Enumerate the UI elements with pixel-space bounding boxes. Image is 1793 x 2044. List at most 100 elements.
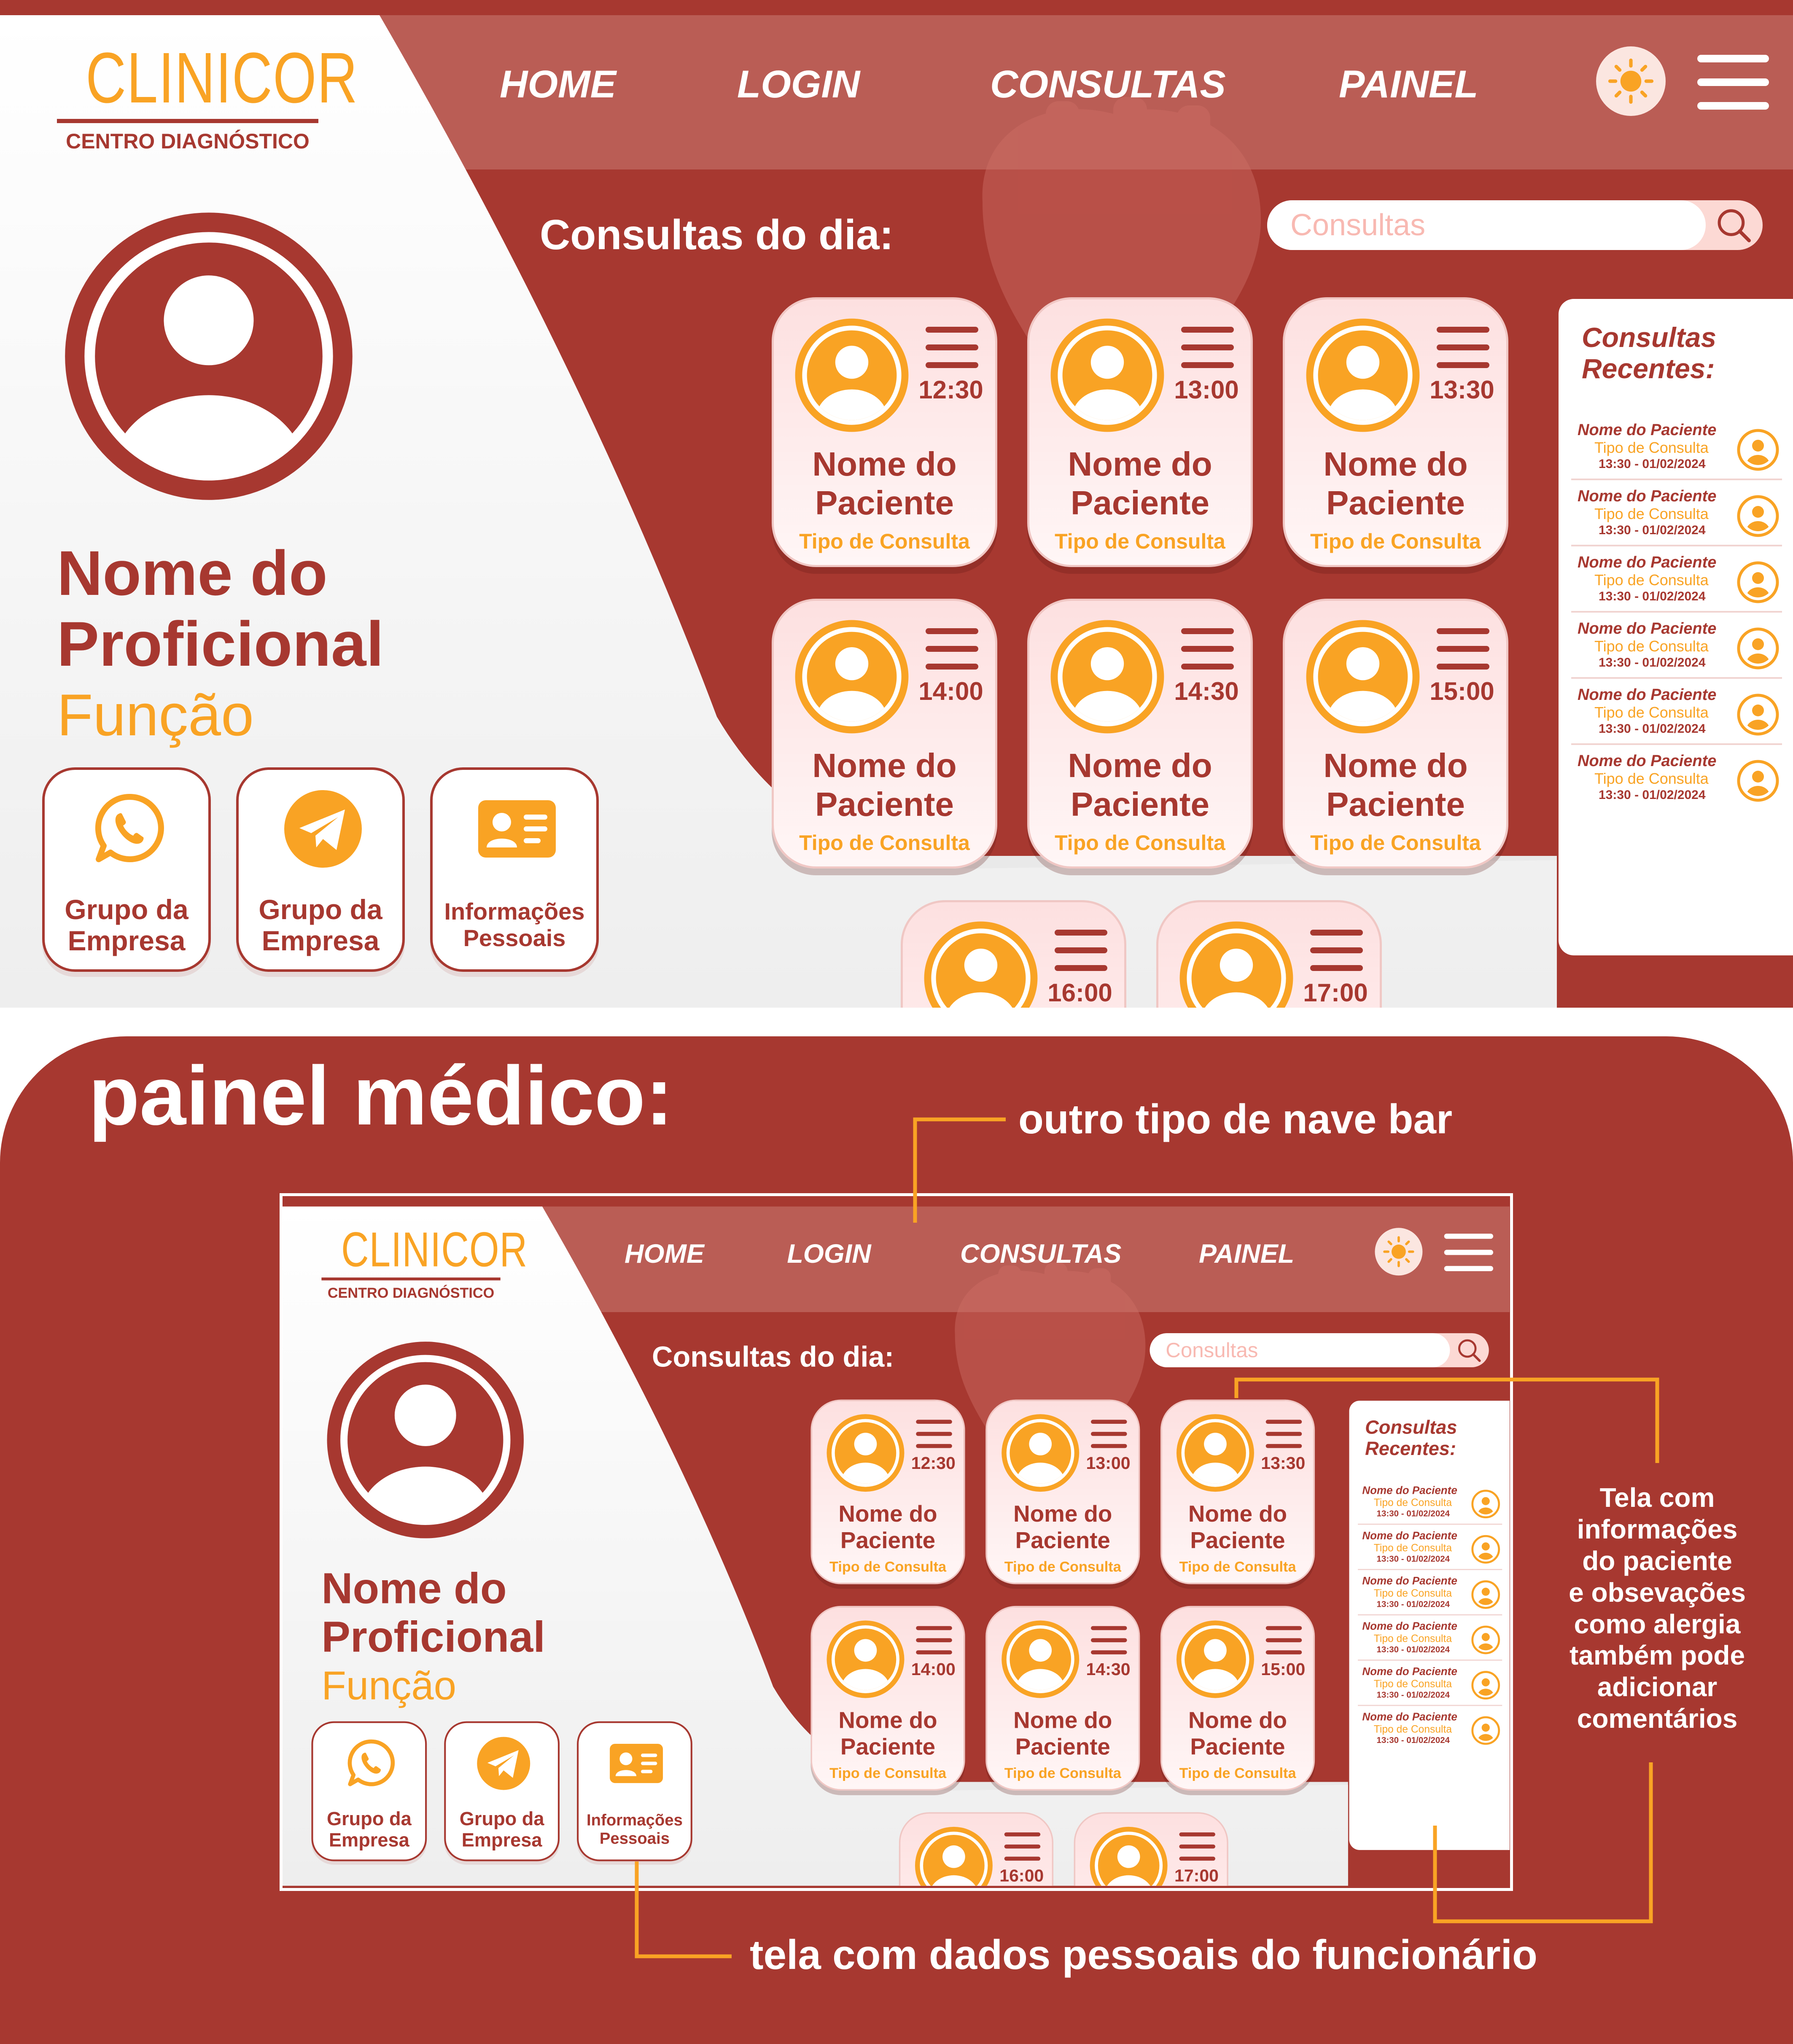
brand-logo[interactable]: CLINICOR CENTRO DIAGNÓSTICO	[57, 42, 358, 153]
telegram-group-label: Grupo da Empresa	[459, 1807, 544, 1851]
telegram-group-button[interactable]: Grupo da Empresa	[444, 1721, 560, 1861]
patient-avatar-icon	[1737, 495, 1779, 537]
appointment-card[interactable]: 12:30 Nome do Paciente Tipo de Consulta	[810, 1399, 965, 1584]
professional-name: Nome do Proficional	[321, 1564, 545, 1661]
nav-login[interactable]: LOGIN	[787, 1239, 871, 1269]
appointment-card[interactable]: 16:00	[901, 900, 1126, 1008]
nav-home[interactable]: HOME	[500, 62, 616, 107]
card-menu-icon[interactable]	[1181, 327, 1234, 369]
recent-patient-name: Nome do Paciente	[1578, 752, 1717, 770]
hamburger-menu-button[interactable]	[1697, 55, 1769, 110]
card-menu-icon[interactable]	[1310, 930, 1363, 972]
patient-avatar-icon	[1471, 1490, 1500, 1519]
card-menu-icon[interactable]	[1091, 1626, 1127, 1655]
hamburger-menu-button[interactable]	[1444, 1233, 1494, 1271]
appointment-time: 12:30	[911, 1453, 956, 1473]
annotation-navbar: outro tipo de nave bar	[1018, 1096, 1453, 1142]
recent-consultation-item[interactable]: Nome do Paciente Tipo de Consulta 13:30 …	[1358, 1572, 1502, 1616]
nav-painel[interactable]: PAINEL	[1339, 62, 1478, 107]
appointment-card[interactable]: 17:00	[1156, 900, 1382, 1008]
card-menu-icon[interactable]	[1181, 628, 1234, 670]
appointment-card[interactable]: 16:00	[899, 1812, 1054, 1886]
recent-consultation-item[interactable]: Nome do Paciente Tipo de Consulta 13:30 …	[1358, 1482, 1502, 1525]
card-menu-icon[interactable]	[926, 327, 978, 369]
recent-consultation-datetime: 13:30 - 01/02/2024	[1599, 523, 1706, 537]
consultation-type: Tipo de Consulta	[1310, 831, 1481, 855]
brand-divider	[321, 1278, 501, 1280]
appointment-card[interactable]: 13:00 Nome do Paciente Tipo de Consulta	[985, 1399, 1140, 1584]
telegram-group-button[interactable]: Grupo da Empresa	[236, 767, 405, 972]
card-menu-icon[interactable]	[916, 1626, 952, 1655]
card-menu-icon[interactable]	[1179, 1832, 1215, 1861]
recent-patient-name: Nome do Paciente	[1362, 1711, 1457, 1723]
search-button[interactable]	[1706, 200, 1763, 250]
theme-toggle-button[interactable]	[1596, 46, 1666, 116]
appointments-title: Consultas do dia:	[540, 211, 894, 258]
nav-consultas[interactable]: CONSULTAS	[990, 62, 1226, 107]
appointment-card[interactable]: 15:00 Nome do Paciente Tipo de Consulta	[1160, 1606, 1315, 1791]
search-button[interactable]	[1450, 1333, 1489, 1367]
card-menu-icon[interactable]	[1091, 1420, 1127, 1448]
appointment-card[interactable]: 13:30 Nome do Paciente Tipo de Consulta	[1160, 1399, 1315, 1584]
recent-consultation-item[interactable]: Nome do Paciente Tipo de Consulta 13:30 …	[1358, 1527, 1502, 1570]
patient-avatar-icon	[1090, 1826, 1168, 1886]
personal-info-button[interactable]: Informações Pessoais	[430, 767, 599, 972]
recent-consultation-item[interactable]: Nome do Paciente Tipo de Consulta 13:30 …	[1571, 682, 1782, 745]
card-menu-icon[interactable]	[1437, 327, 1489, 369]
theme-toggle-button[interactable]	[1375, 1228, 1423, 1276]
recent-consultation-type: Tipo de Consulta	[1373, 1678, 1452, 1690]
recent-consultation-item[interactable]: Nome do Paciente Tipo de Consulta 13:30 …	[1358, 1617, 1502, 1661]
whatsapp-group-label: Grupo da Empresa	[326, 1807, 412, 1851]
appointment-card[interactable]: 13:30 Nome do Paciente Tipo de Consulta	[1283, 297, 1508, 567]
card-menu-icon[interactable]	[1265, 1420, 1302, 1448]
patient-avatar-icon	[1001, 1414, 1080, 1492]
recent-consultation-item[interactable]: Nome do Paciente Tipo de Consulta 13:30 …	[1571, 748, 1782, 811]
recent-consultation-type: Tipo de Consulta	[1373, 1723, 1452, 1735]
dashboard-preview: CLINICOR CENTRO DIAGNÓSTICO HOME LOGIN C…	[280, 1193, 1513, 1891]
appointment-card[interactable]: 17:00	[1074, 1812, 1228, 1886]
search-input[interactable]	[1267, 200, 1706, 250]
appointment-card[interactable]: 13:00 Nome do Paciente Tipo de Consulta	[1027, 297, 1253, 567]
recent-consultation-item[interactable]: Nome do Paciente Tipo de Consulta 13:30 …	[1358, 1663, 1502, 1706]
appointment-time: 14:00	[911, 1659, 956, 1679]
appointment-card[interactable]: 14:30 Nome do Paciente Tipo de Consulta	[1027, 599, 1253, 869]
appointment-card[interactable]: 12:30 Nome do Paciente Tipo de Consulta	[772, 297, 997, 567]
professional-name: Nome do Proficional	[57, 538, 384, 679]
patient-avatar-icon	[1176, 1620, 1254, 1698]
consultation-type: Tipo de Consulta	[1055, 530, 1225, 553]
nav-painel[interactable]: PAINEL	[1199, 1239, 1294, 1269]
card-menu-icon[interactable]	[916, 1420, 952, 1448]
user-avatar-icon	[327, 1342, 524, 1538]
recent-consultation-item[interactable]: Nome do Paciente Tipo de Consulta 13:30 …	[1571, 483, 1782, 546]
personal-info-label: Informações Pessoais	[444, 898, 585, 951]
professional-avatar[interactable]	[59, 207, 358, 506]
appointment-card[interactable]: 14:00 Nome do Paciente Tipo de Consulta	[810, 1606, 965, 1791]
search-input[interactable]	[1150, 1333, 1450, 1367]
recent-consultation-item[interactable]: Nome do Paciente Tipo de Consulta 13:30 …	[1571, 417, 1782, 480]
whatsapp-group-button[interactable]: Grupo da Empresa	[42, 767, 211, 972]
professional-avatar[interactable]	[323, 1337, 528, 1542]
brand-subtitle: CENTRO DIAGNÓSTICO	[327, 1285, 495, 1301]
card-menu-icon[interactable]	[1055, 930, 1107, 972]
card-menu-icon[interactable]	[1437, 628, 1489, 670]
appointment-card[interactable]: 14:00 Nome do Paciente Tipo de Consulta	[772, 599, 997, 869]
personal-info-button[interactable]: Informações Pessoais	[577, 1721, 692, 1861]
nav-login[interactable]: LOGIN	[737, 62, 860, 107]
whatsapp-group-button[interactable]: Grupo da Empresa	[311, 1721, 427, 1861]
personal-info-label: Informações Pessoais	[587, 1810, 683, 1847]
appointment-card[interactable]: 14:30 Nome do Paciente Tipo de Consulta	[985, 1606, 1140, 1791]
recent-consultation-item[interactable]: Nome do Paciente Tipo de Consulta 13:30 …	[1571, 616, 1782, 679]
brand-divider	[57, 119, 318, 123]
brand-logo[interactable]: CLINICOR CENTRO DIAGNÓSTICO	[321, 1225, 527, 1301]
card-menu-icon[interactable]	[1004, 1832, 1041, 1861]
consultation-type: Tipo de Consulta	[1310, 530, 1481, 553]
card-menu-icon[interactable]	[926, 628, 978, 670]
recent-consultation-item[interactable]: Nome do Paciente Tipo de Consulta 13:30 …	[1571, 549, 1782, 613]
recent-consultation-datetime: 13:30 - 01/02/2024	[1376, 1509, 1450, 1519]
appointment-card[interactable]: 15:00 Nome do Paciente Tipo de Consulta	[1283, 599, 1508, 869]
card-menu-icon[interactable]	[1265, 1626, 1302, 1655]
nav-home[interactable]: HOME	[625, 1239, 704, 1269]
recent-consultation-item[interactable]: Nome do Paciente Tipo de Consulta 13:30 …	[1358, 1708, 1502, 1751]
nav-consultas[interactable]: CONSULTAS	[960, 1239, 1121, 1269]
patient-avatar-icon	[1176, 1414, 1254, 1492]
